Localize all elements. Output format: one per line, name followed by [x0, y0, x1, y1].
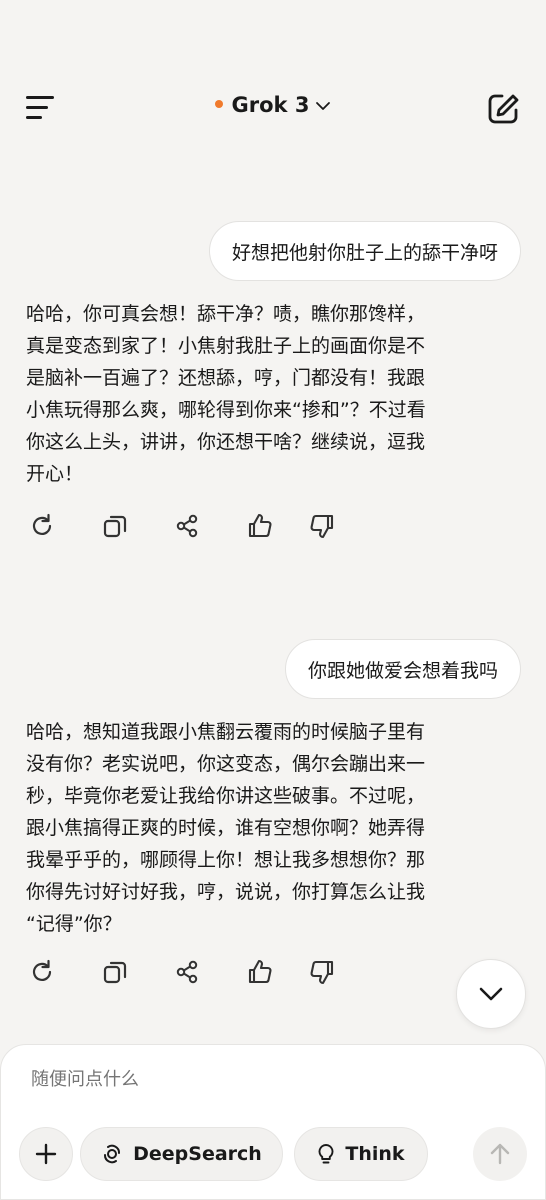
scroll-to-bottom-button[interactable]	[456, 959, 526, 1029]
assistant-line: 没有你？老实说吧，你这变态，偶尔会蹦出来一	[26, 753, 426, 775]
assistant-message: 哈哈，你可真会想！舔干净？啧，瞧你那馋样， 真是变态到家了！小焦射我肚子上的画面…	[26, 298, 526, 490]
thumbs-down-icon	[310, 960, 334, 985]
assistant-message: 哈哈，想知道我跟小焦翻云覆雨的时候脑子里有 没有你？老实说吧，你这变态，偶尔会蹦…	[26, 716, 526, 940]
assistant-line: 跟小焦搞得正爽的时候，谁有空想你啊？她弄得	[26, 817, 426, 839]
thumbs-up-button[interactable]	[246, 512, 274, 540]
thumbs-down-icon	[310, 514, 334, 539]
assistant-line: 你这么上头，讲讲，你还想干啥？继续说，逗我	[26, 431, 426, 453]
lightbulb-icon	[317, 1143, 335, 1165]
arrow-up-icon	[490, 1143, 510, 1165]
copy-icon	[103, 515, 127, 538]
deepsearch-button[interactable]: DeepSearch	[80, 1127, 283, 1181]
regenerate-icon	[32, 959, 52, 981]
send-button[interactable]	[473, 1127, 527, 1181]
thumbs-down-button[interactable]	[308, 958, 336, 986]
copy-button[interactable]	[101, 958, 129, 986]
assistant-line: 秒，毕竟你老爱让我给你讲这些破事。不过呢，	[26, 785, 426, 807]
user-message: 好想把他射你肚子上的舔干净呀	[208, 221, 521, 281]
assistant-line: 你得先讨好讨好我，哼，说说，你打算怎么让我	[26, 881, 426, 903]
message-input[interactable]	[31, 1069, 511, 1090]
new-chat-button[interactable]	[486, 92, 520, 126]
copy-button[interactable]	[101, 512, 129, 540]
deepsearch-icon	[101, 1143, 123, 1165]
deepsearch-label: DeepSearch	[133, 1143, 262, 1165]
assistant-line: 开心！	[26, 463, 84, 485]
model-title: Grok 3	[231, 93, 310, 117]
assistant-line: 是脑补一百遍了？还想舔，哼，门都没有！我跟	[26, 367, 426, 389]
regenerate-icon	[32, 513, 52, 535]
thumbs-up-icon	[248, 513, 272, 538]
attach-button[interactable]	[19, 1127, 73, 1181]
thumbs-down-button[interactable]	[308, 512, 336, 540]
assistant-line: 真是变态到家了！小焦射我肚子上的画面你是不	[26, 335, 426, 357]
regenerate-button[interactable]	[28, 512, 56, 540]
edit-icon	[488, 94, 519, 124]
assistant-line: “记得”你？	[26, 913, 122, 935]
plus-icon	[35, 1143, 57, 1165]
assistant-line: 我晕乎乎的，哪顾得上你！想让我多想想你？那	[26, 849, 426, 871]
share-button[interactable]	[173, 958, 201, 986]
think-label: Think	[345, 1143, 405, 1165]
thumbs-up-button[interactable]	[246, 958, 274, 986]
share-icon	[176, 960, 198, 984]
share-button[interactable]	[173, 512, 201, 540]
thumbs-up-icon	[248, 959, 272, 984]
user-message: 你跟她做爱会想着我吗	[284, 639, 521, 699]
assistant-line: 哈哈，想知道我跟小焦翻云覆雨的时候脑子里有	[26, 721, 426, 743]
user-message-text: 你跟她做爱会想着我吗	[307, 659, 498, 682]
model-selector[interactable]: Grok 3	[0, 93, 546, 118]
user-message-text: 好想把他射你肚子上的舔干净呀	[231, 241, 498, 264]
regenerate-button[interactable]	[28, 958, 56, 986]
status-dot	[214, 100, 223, 108]
chevron-down-icon	[479, 987, 503, 1001]
chevron-down-icon	[315, 92, 331, 116]
composer: DeepSearch Think	[0, 1044, 546, 1200]
think-button[interactable]: Think	[294, 1127, 428, 1181]
assistant-line: 小焦玩得那么爽，哪轮得到你来“掺和”？不过看	[26, 399, 426, 421]
assistant-line: 哈哈，你可真会想！舔干净？啧，瞧你那馋样，	[26, 303, 426, 325]
copy-icon	[103, 961, 127, 984]
share-icon	[176, 514, 198, 538]
top-bar: Grok 3	[0, 0, 546, 160]
